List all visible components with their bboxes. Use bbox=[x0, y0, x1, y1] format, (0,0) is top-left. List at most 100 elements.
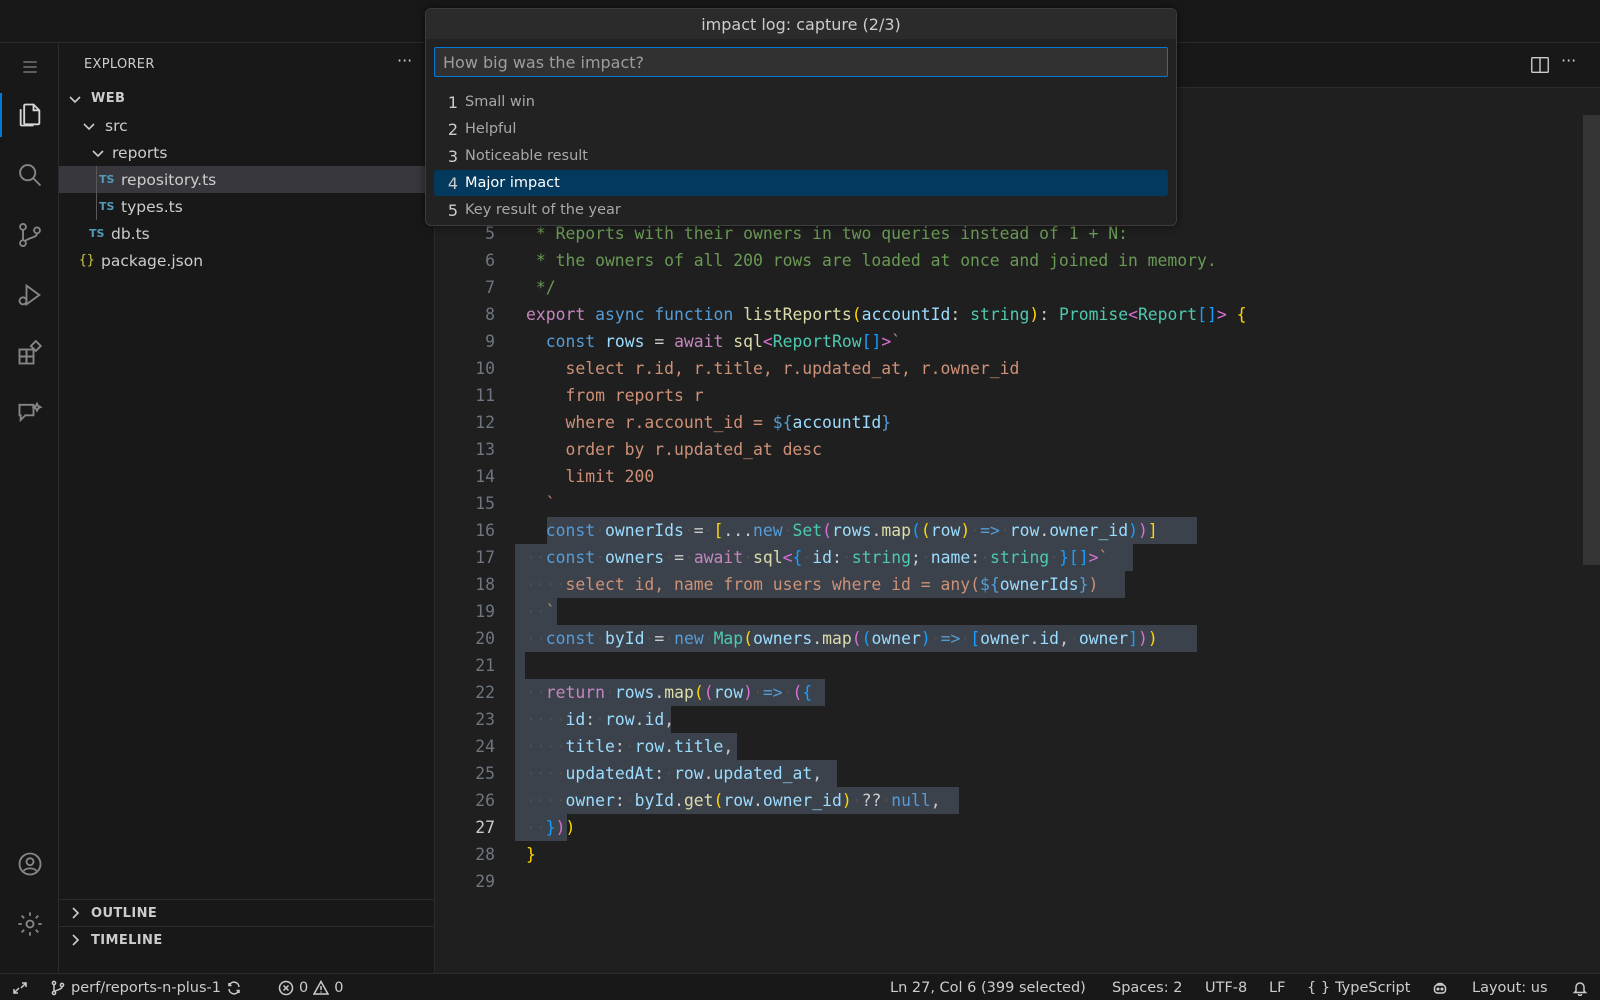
item-number: 2 bbox=[447, 119, 458, 139]
timeline-label: TIMELINE bbox=[91, 932, 163, 948]
code-line: 15 ` bbox=[435, 490, 1600, 518]
explorer-icon[interactable] bbox=[0, 91, 59, 139]
tree-label: db.ts bbox=[111, 224, 150, 243]
code-line: 25 ····updatedAt:·row.updated_at, bbox=[435, 760, 1600, 788]
tree-file-repository-ts[interactable]: TS repository.ts bbox=[59, 166, 435, 193]
line-number: 20 bbox=[475, 629, 495, 648]
json-file-icon: {} bbox=[79, 253, 95, 268]
line-number: 25 bbox=[475, 764, 495, 783]
encoding[interactable]: UTF-8 bbox=[1205, 974, 1247, 1000]
warning-icon bbox=[313, 979, 330, 995]
code-line: 14 limit 200 bbox=[435, 463, 1600, 491]
code-line: 19 ··` bbox=[435, 598, 1600, 626]
line-number: 23 bbox=[475, 710, 495, 729]
remote-icon[interactable] bbox=[12, 974, 28, 1000]
code-line: 24 ····title:·row.title, bbox=[435, 733, 1600, 761]
code-line: 22 ··return·rows.map((row)·=>·({ bbox=[435, 679, 1600, 707]
search-icon[interactable] bbox=[0, 151, 59, 199]
code-line: 9 const rows = await sql<ReportRow[]>` bbox=[435, 328, 1600, 356]
editor-scrollbar[interactable] bbox=[1583, 115, 1600, 565]
chevron-right-icon bbox=[67, 905, 83, 921]
braces-icon: { } bbox=[1307, 979, 1331, 996]
code-line: 8 export async function listReports(accou… bbox=[435, 301, 1600, 329]
timeline-section[interactable]: TIMELINE bbox=[59, 926, 435, 953]
more-actions-icon[interactable]: ··· bbox=[1561, 51, 1583, 73]
chat-icon[interactable] bbox=[0, 389, 59, 437]
indent-guide bbox=[96, 166, 97, 220]
quick-input-title: impact log: capture (2/3) bbox=[426, 9, 1176, 39]
account-icon[interactable] bbox=[0, 840, 59, 888]
keyboard-layout[interactable]: Layout: us bbox=[1472, 974, 1548, 1000]
settings-gear-icon[interactable] bbox=[0, 900, 59, 948]
tree-label: WEB bbox=[91, 91, 126, 106]
cursor-position[interactable]: Ln 27, Col 6 (399 selected) bbox=[890, 974, 1086, 1000]
line-number: 10 bbox=[475, 359, 495, 378]
line-number: 7 bbox=[485, 278, 495, 297]
split-editor-icon[interactable] bbox=[1529, 54, 1551, 76]
branch-indicator[interactable]: perf/reports-n-plus-1 bbox=[50, 974, 242, 1000]
quick-pick-item[interactable]: 1 Small win bbox=[434, 89, 1168, 115]
quick-input-field[interactable] bbox=[434, 47, 1168, 77]
item-number: 4 bbox=[447, 173, 458, 193]
line-number: 18 bbox=[475, 575, 495, 594]
activity-bar bbox=[0, 43, 59, 973]
code-line: 26 ····owner:·byId.get(row.owner_id)·??·n… bbox=[435, 787, 1600, 815]
extensions-icon[interactable] bbox=[0, 329, 59, 377]
line-number: 9 bbox=[485, 332, 495, 351]
line-number: 22 bbox=[475, 683, 495, 702]
run-debug-icon[interactable] bbox=[0, 271, 59, 319]
quick-pick-item-selected[interactable]: 4 Major impact bbox=[434, 170, 1168, 196]
code-line: 10 select r.id, r.title, r.updated_at, r… bbox=[435, 355, 1600, 383]
item-number: 3 bbox=[447, 146, 458, 166]
copilot-icon[interactable] bbox=[1432, 974, 1448, 1000]
status-bar: perf/reports-n-plus-1 0 0 Ln 27, Col 6 (… bbox=[0, 973, 1600, 1000]
line-number: 13 bbox=[475, 440, 495, 459]
quick-pick-item[interactable]: 2 Helpful bbox=[434, 116, 1168, 142]
error-icon bbox=[278, 980, 294, 995]
tree-label: src bbox=[105, 116, 128, 135]
error-count: 0 bbox=[299, 979, 309, 996]
indentation[interactable]: Spaces: 2 bbox=[1112, 974, 1182, 1000]
line-number: 12 bbox=[475, 413, 495, 432]
tree-label: reports bbox=[112, 143, 168, 162]
code-line: 6 * the owners of all 200 rows are loade… bbox=[435, 247, 1600, 275]
typescript-file-icon: TS bbox=[99, 173, 115, 186]
notifications-bell-icon[interactable] bbox=[1572, 974, 1588, 1000]
sync-icon bbox=[228, 980, 240, 995]
code-line: 11 from reports r bbox=[435, 382, 1600, 410]
tree-file-package-json[interactable]: {} package.json bbox=[59, 247, 435, 274]
line-number: 27 bbox=[475, 818, 495, 837]
tree-folder-reports[interactable]: reports bbox=[59, 139, 435, 166]
sidebar-title: EXPLORER bbox=[84, 57, 155, 72]
chevron-down-icon bbox=[81, 118, 97, 134]
quick-pick-item[interactable]: 5 Key result of the year bbox=[434, 197, 1168, 223]
line-number: 6 bbox=[485, 251, 495, 270]
code-line: 16 const·ownerIds·=·[...new·Set(rows.map… bbox=[435, 517, 1600, 545]
tree-file-types-ts[interactable]: TS types.ts bbox=[59, 193, 435, 220]
menu-icon[interactable] bbox=[0, 43, 59, 91]
code-line: 21 bbox=[435, 652, 1600, 680]
code-line: 17 ··const·owners·=·await·sql<{·id:·strin… bbox=[435, 544, 1600, 572]
tree-folder-src[interactable]: src bbox=[59, 112, 435, 139]
line-number: 26 bbox=[475, 791, 495, 810]
line-number: 19 bbox=[475, 602, 495, 621]
language-label: TypeScript bbox=[1335, 979, 1411, 996]
branch-name: perf/reports-n-plus-1 bbox=[71, 979, 222, 996]
more-actions-icon[interactable]: ··· bbox=[397, 51, 412, 70]
typescript-file-icon: TS bbox=[89, 227, 105, 240]
tree-file-db-ts[interactable]: TS db.ts bbox=[59, 220, 435, 247]
warning-count: 0 bbox=[334, 979, 344, 996]
outline-section[interactable]: OUTLINE bbox=[59, 899, 435, 926]
code-line: 18 ····select id, name from users where i… bbox=[435, 571, 1600, 599]
line-number: 24 bbox=[475, 737, 495, 756]
quick-pick-item[interactable]: 3 Noticeable result bbox=[434, 143, 1168, 169]
explorer-sidebar: EXPLORER ··· WEB src reports TS reposito… bbox=[59, 43, 435, 973]
chevron-right-icon bbox=[67, 932, 83, 948]
tree-folder-web[interactable]: WEB bbox=[59, 85, 435, 112]
end-of-line[interactable]: LF bbox=[1269, 974, 1285, 1000]
chevron-down-icon bbox=[67, 91, 83, 107]
tree-label: repository.ts bbox=[121, 170, 217, 189]
language-mode[interactable]: { } TypeScript bbox=[1307, 974, 1410, 1000]
problems-indicator[interactable]: 0 0 bbox=[278, 974, 343, 1000]
source-control-icon[interactable] bbox=[0, 211, 59, 259]
